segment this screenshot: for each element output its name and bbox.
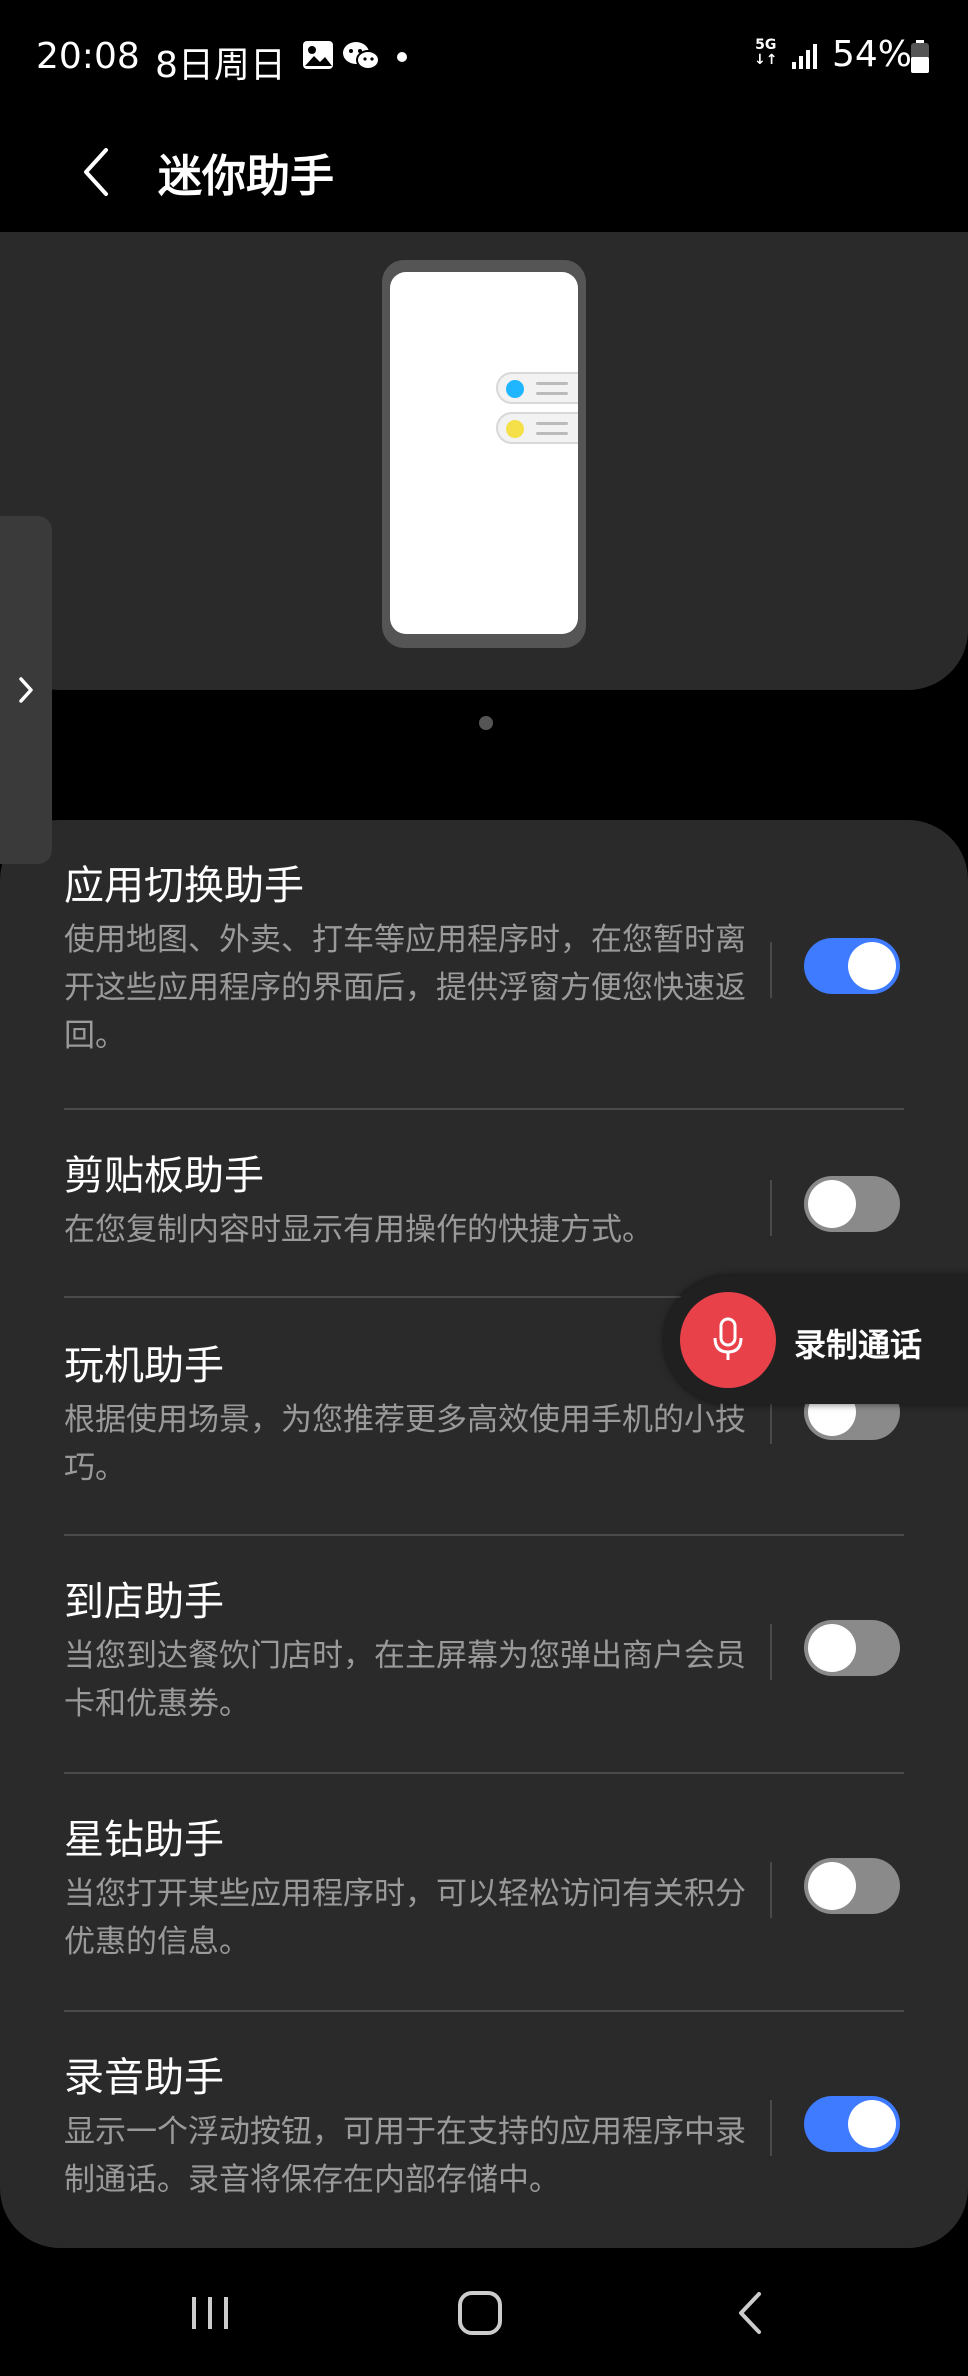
network-type: 5G xyxy=(755,37,777,53)
more-notifications-dot xyxy=(397,52,407,62)
status-bar: 20:08 8日周日 5G ↓↑ 54% xyxy=(0,0,968,112)
edge-panel-handle[interactable] xyxy=(0,516,52,864)
setting-row-clipboard[interactable]: 剪贴板助手 在您复制内容时显示有用操作的快捷方式。 xyxy=(64,1150,904,1254)
row-separator xyxy=(770,942,772,998)
record-call-label: 录制通话 xyxy=(794,1326,923,1364)
setting-title: 剪贴板助手 xyxy=(64,1153,264,1199)
setting-description: 根据使用场景，为您推荐更多高效使用手机的小技巧。 xyxy=(64,1402,746,1486)
recents-button[interactable] xyxy=(160,2278,260,2348)
gallery-icon xyxy=(302,40,334,74)
toggle-knob xyxy=(808,1862,856,1910)
signal-icon xyxy=(790,42,820,74)
app-header: 迷你助手 xyxy=(0,112,968,232)
setting-description: 当您到达餐饮门店时，在主屏幕为您弹出商户会员卡和优惠券。 xyxy=(64,1638,746,1722)
row-separator xyxy=(770,1180,772,1236)
record-call-floating-button[interactable]: 录制通话 xyxy=(664,1276,968,1404)
setting-row-app-switch[interactable]: 应用切换助手 使用地图、外卖、打车等应用程序时，在您暂时离开这些应用程序的界面后… xyxy=(64,860,904,1060)
divider xyxy=(64,2010,904,2012)
back-icon xyxy=(739,2292,761,2334)
setting-title: 录音助手 xyxy=(64,2055,224,2101)
toggle-switch[interactable] xyxy=(804,1858,900,1914)
toggle-knob xyxy=(848,942,896,990)
row-separator xyxy=(770,1862,772,1918)
network-indicator: 5G ↓↑ xyxy=(754,38,777,68)
page-title: 迷你助手 xyxy=(158,151,334,202)
bubble-blue-dot xyxy=(506,380,524,398)
toggle-switch[interactable] xyxy=(804,1620,900,1676)
divider xyxy=(64,1534,904,1536)
status-date: 8日周日 xyxy=(155,45,286,86)
setting-description: 使用地图、外卖、打车等应用程序时，在您暂时离开这些应用程序的界面后，提供浮窗方便… xyxy=(64,922,746,1054)
toggle-switch[interactable] xyxy=(804,1176,900,1232)
navigation-bar xyxy=(0,2248,968,2376)
battery-percent: 54% xyxy=(832,34,913,75)
setting-title: 应用切换助手 xyxy=(64,863,304,909)
toggle-switch[interactable] xyxy=(804,2096,900,2152)
illustration-card xyxy=(0,232,968,690)
microphone-icon xyxy=(680,1292,776,1388)
phone-illustration xyxy=(382,260,586,648)
setting-row-star-diamond[interactable]: 星钻助手 当您打开某些应用程序时，可以轻松访问有关积分优惠的信息。 xyxy=(64,1814,904,1966)
setting-row-recording[interactable]: 录音助手 显示一个浮动按钮，可用于在支持的应用程序中录制通话。录音将保存在内部存… xyxy=(64,2052,904,2204)
data-arrows-icon: ↓↑ xyxy=(754,52,778,68)
status-time: 20:08 xyxy=(36,36,140,77)
phone-screen xyxy=(390,272,578,634)
back-nav-button[interactable] xyxy=(700,2278,800,2348)
floating-window-bubble xyxy=(496,412,578,444)
settings-card: 应用切换助手 使用地图、外卖、打车等应用程序时，在您暂时离开这些应用程序的界面后… xyxy=(0,820,968,2248)
chevron-left-icon xyxy=(84,148,108,196)
floating-window-bubble xyxy=(496,372,578,404)
divider xyxy=(64,1108,904,1110)
toggle-knob xyxy=(848,2100,896,2148)
setting-title: 到店助手 xyxy=(64,1579,224,1625)
battery-icon xyxy=(910,40,930,78)
toggle-switch[interactable] xyxy=(804,938,900,994)
setting-description: 在您复制内容时显示有用操作的快捷方式。 xyxy=(64,1212,653,1248)
setting-row-store[interactable]: 到店助手 当您到达餐饮门店时，在主屏幕为您弹出商户会员卡和优惠券。 xyxy=(64,1576,904,1728)
back-button[interactable] xyxy=(60,130,130,214)
recents-icon xyxy=(192,2297,228,2329)
chevron-right-icon xyxy=(19,677,33,703)
page-indicator-dot xyxy=(479,716,493,730)
home-icon xyxy=(458,2291,502,2335)
bubble-yellow-dot xyxy=(506,420,524,438)
divider xyxy=(64,1772,904,1774)
setting-description: 显示一个浮动按钮，可用于在支持的应用程序中录制通话。录音将保存在内部存储中。 xyxy=(64,2114,746,2198)
row-separator xyxy=(770,2100,772,2156)
row-separator xyxy=(770,1624,772,1680)
setting-title: 星钻助手 xyxy=(64,1817,224,1863)
toggle-knob xyxy=(808,1624,856,1672)
setting-description: 当您打开某些应用程序时，可以轻松访问有关积分优惠的信息。 xyxy=(64,1876,746,1960)
wechat-icon xyxy=(342,40,380,76)
toggle-knob xyxy=(808,1180,856,1228)
home-button[interactable] xyxy=(430,2278,530,2348)
